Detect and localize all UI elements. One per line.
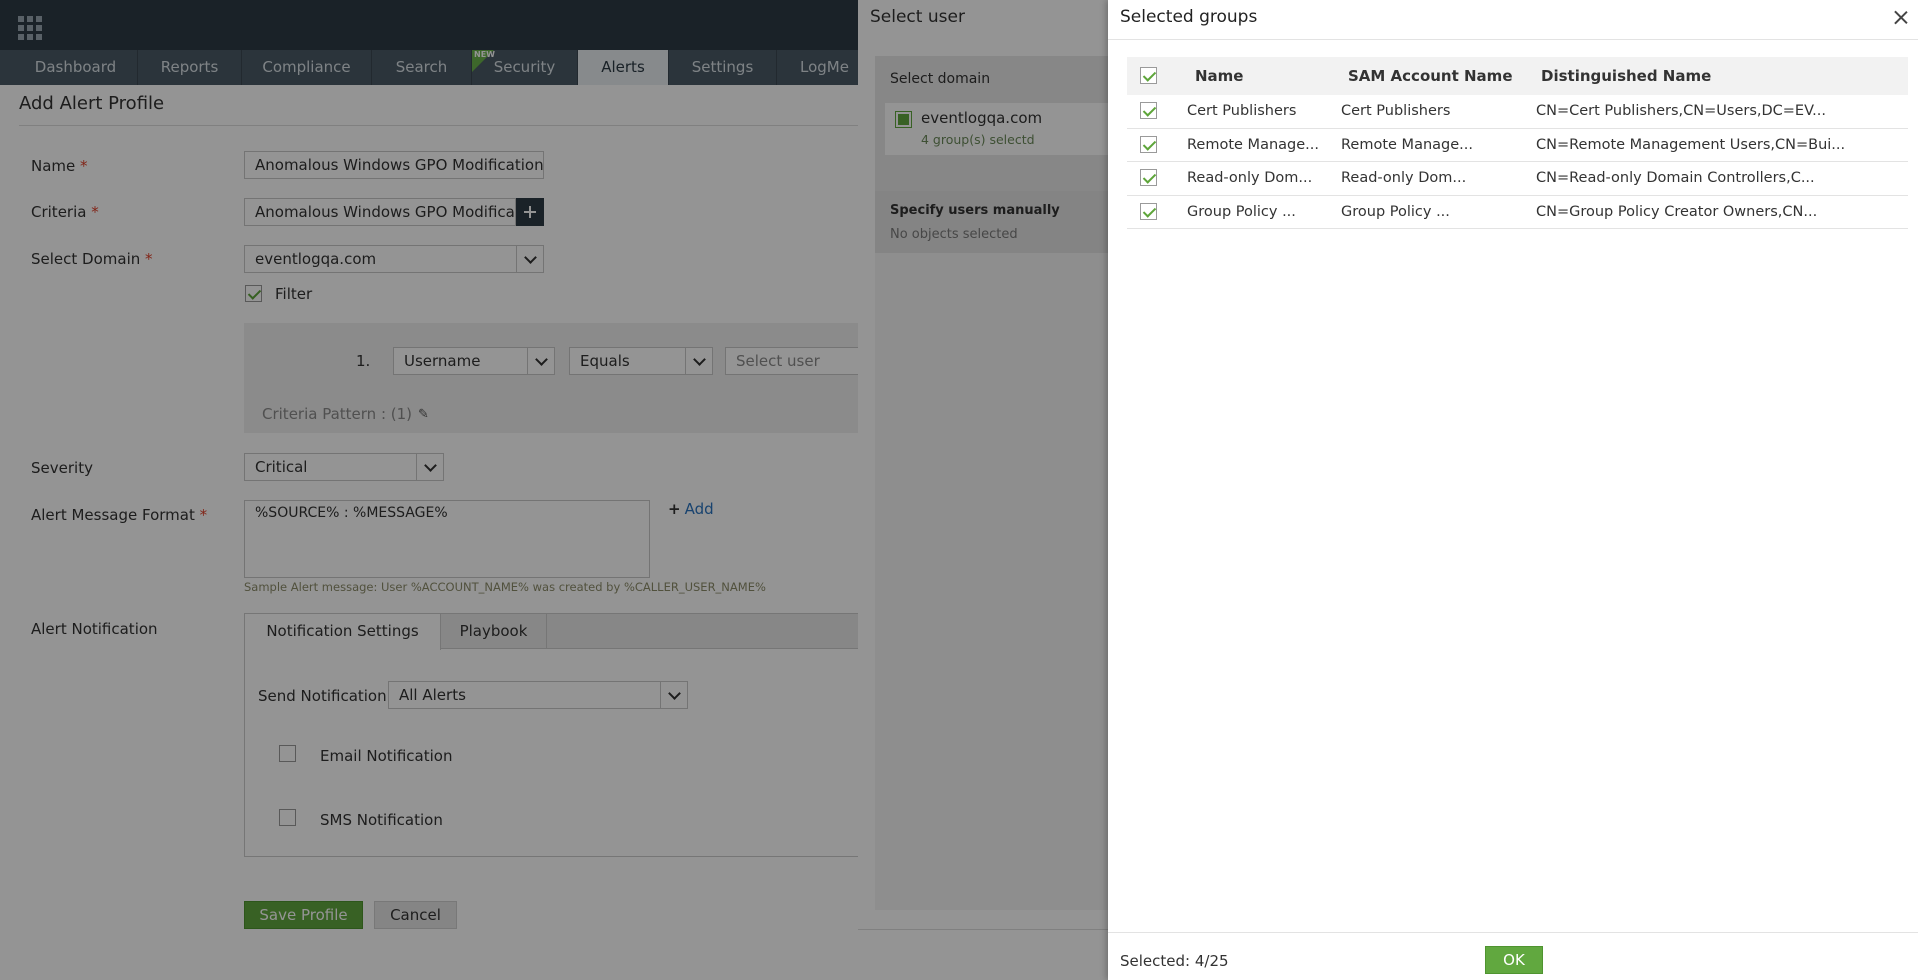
group-distinguished-name: CN=Read-only Domain Controllers,C...: [1536, 170, 1815, 186]
column-header-sam-account-name[interactable]: SAM Account Name: [1348, 67, 1513, 85]
row-checkbox[interactable]: [1140, 135, 1157, 153]
table-row[interactable]: Remote Manage... Remote Manage... CN=Rem…: [1127, 129, 1908, 162]
row-checkbox[interactable]: [1140, 169, 1157, 186]
header-divider: [1108, 39, 1918, 40]
group-sam-account-name: Group Policy ...: [1341, 203, 1450, 220]
row-checkbox[interactable]: [1140, 202, 1157, 220]
group-sam-account-name: Read-only Dom...: [1341, 170, 1467, 186]
selected-groups-panel: Selected groups Name SAM Account Name Di…: [1108, 0, 1918, 980]
group-sam-account-name: Remote Manage...: [1341, 136, 1473, 153]
column-header-name[interactable]: Name: [1195, 67, 1243, 85]
group-name: Group Policy ...: [1187, 203, 1296, 220]
group-name: Remote Manage...: [1187, 136, 1319, 153]
footer-divider: [1108, 932, 1918, 933]
select-user-overlay: [858, 0, 1108, 980]
group-sam-account-name: Cert Publishers: [1341, 103, 1451, 119]
table-row[interactable]: Read-only Dom... Read-only Dom... CN=Rea…: [1127, 162, 1908, 196]
table-header: Name SAM Account Name Distinguished Name: [1127, 57, 1908, 95]
ok-button[interactable]: OK: [1485, 946, 1543, 974]
close-icon[interactable]: [1892, 9, 1910, 27]
group-name: Cert Publishers: [1187, 103, 1297, 119]
column-header-distinguished-name[interactable]: Distinguished Name: [1541, 67, 1711, 85]
row-checkbox[interactable]: [1140, 102, 1157, 119]
group-name: Read-only Dom...: [1187, 170, 1313, 186]
table-row[interactable]: Cert Publishers Cert Publishers CN=Cert …: [1127, 95, 1908, 129]
selected-groups-title: Selected groups: [1120, 7, 1258, 27]
selected-count: Selected: 4/25: [1120, 952, 1229, 970]
group-distinguished-name: CN=Remote Management Users,CN=Bui...: [1536, 136, 1846, 153]
group-distinguished-name: CN=Group Policy Creator Owners,CN...: [1536, 203, 1818, 220]
select-all-checkbox[interactable]: [1140, 67, 1157, 84]
group-distinguished-name: CN=Cert Publishers,CN=Users,DC=EV...: [1536, 103, 1826, 119]
selected-groups-table: Name SAM Account Name Distinguished Name…: [1127, 57, 1908, 229]
table-row[interactable]: Group Policy ... Group Policy ... CN=Gro…: [1127, 196, 1908, 229]
